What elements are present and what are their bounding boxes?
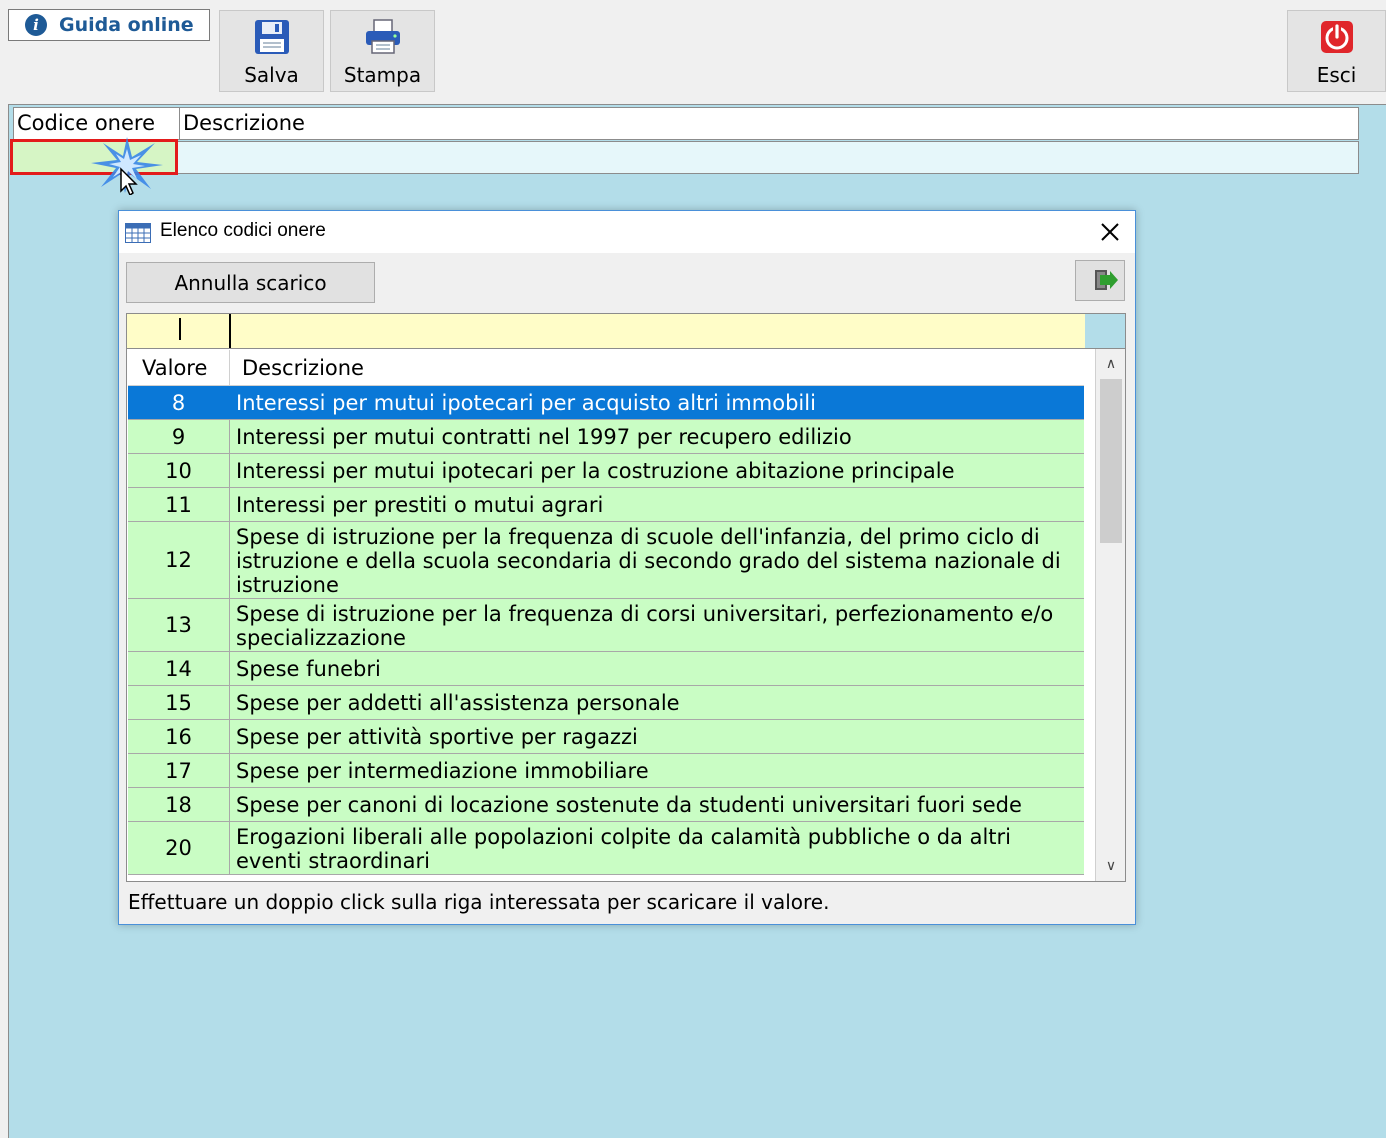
row-valore: 13 [128, 599, 230, 651]
grid-header: Valore Descrizione [128, 350, 1084, 386]
printer-icon [365, 19, 400, 54]
row-valore: 18 [128, 788, 230, 821]
scroll-up-icon[interactable]: ∧ [1096, 351, 1125, 377]
row-valore: 17 [128, 754, 230, 787]
grid-header-descrizione[interactable]: Descrizione [230, 350, 364, 385]
annulla-scarico-label: Annulla scarico [174, 270, 327, 295]
main-area: Codice onere Descrizione Elenco codici o… [8, 104, 1386, 1138]
row-descrizione: Interessi per prestiti o mutui agrari [236, 493, 604, 517]
table-row[interactable]: 15 Spese per addetti all'assistenza perso… [128, 686, 1084, 720]
filter-valore-input[interactable] [127, 314, 231, 348]
scroll-down-icon[interactable]: ∨ [1096, 853, 1125, 879]
floppy-disk-icon [254, 20, 289, 54]
toolbar: i Guida online Salva Stampa Esci [0, 0, 1386, 104]
text-caret [179, 318, 181, 340]
row-valore: 15 [128, 686, 230, 719]
salva-label: Salva [244, 63, 299, 87]
row-valore: 16 [128, 720, 230, 753]
stampa-button[interactable]: Stampa [330, 10, 435, 92]
form-header-row: Codice onere Descrizione [13, 107, 1359, 140]
row-descrizione: Spese funebri [236, 657, 381, 681]
table-row[interactable]: 14 Spese funebri [128, 652, 1084, 686]
codici-grid: Valore Descrizione 8 Interessi per mutui … [126, 348, 1126, 882]
row-descrizione: Interessi per mutui contratti nel 1997 p… [236, 425, 852, 449]
guida-online-button[interactable]: i Guida online [8, 9, 210, 41]
close-icon[interactable] [1099, 221, 1121, 243]
export-icon [1095, 270, 1118, 290]
power-icon [1320, 21, 1353, 53]
row-valore: 20 [128, 822, 230, 874]
row-valore: 11 [128, 488, 230, 521]
esci-button[interactable]: Esci [1287, 10, 1386, 92]
row-descrizione: Spese di istruzione per la frequenza di … [236, 601, 1054, 650]
stampa-label: Stampa [343, 63, 422, 87]
filter-row [126, 313, 1126, 349]
grid-header-valore[interactable]: Valore [128, 350, 230, 385]
click-indicator-icon [91, 137, 163, 195]
table-row[interactable]: 12 Spese di istruzione per la frequenza d… [128, 522, 1084, 599]
table-icon [125, 223, 151, 243]
annulla-scarico-button[interactable]: Annulla scarico [126, 262, 375, 303]
table-row[interactable]: 20 Erogazioni liberali alle popolazioni c… [128, 822, 1084, 875]
row-valore: 8 [128, 386, 230, 419]
table-row[interactable]: 9 Interessi per mutui contratti nel 1997 … [128, 420, 1084, 454]
row-descrizione: Spese di istruzione per la frequenza di … [236, 524, 1061, 597]
row-descrizione: Interessi per mutui ipotecari per la cos… [236, 459, 955, 483]
row-valore: 12 [128, 522, 230, 598]
table-row[interactable]: 8 Interessi per mutui ipotecari per acqui… [128, 386, 1084, 420]
filter-row-spacer [1085, 314, 1125, 348]
row-valore: 14 [128, 652, 230, 685]
table-row[interactable]: 18 Spese per canoni di locazione sostenut… [128, 788, 1084, 822]
header-descrizione: Descrizione [183, 111, 305, 135]
grid-body: 8 Interessi per mutui ipotecari per acqui… [128, 386, 1084, 875]
scrollbar-thumb[interactable] [1100, 379, 1122, 543]
table-row[interactable]: 16 Spese per attività sportive per ragazz… [128, 720, 1084, 754]
row-valore: 9 [128, 420, 230, 453]
dialog-hint: Effettuare un doppio click sulla riga in… [128, 890, 830, 914]
info-icon: i [25, 14, 47, 36]
row-descrizione: Erogazioni liberali alle popolazioni col… [236, 824, 1012, 873]
dialog-titlebar[interactable]: Elenco codici onere [119, 211, 1135, 253]
row-descrizione: Interessi per mutui ipotecari per acquis… [236, 391, 816, 415]
descrizione-field[interactable] [13, 141, 1359, 174]
grid-scrollbar[interactable]: ∧ ∨ [1095, 349, 1125, 881]
elenco-codici-dialog: Elenco codici onere Annulla scarico Valo… [118, 210, 1136, 925]
guida-online-label: Guida online [59, 14, 194, 36]
table-row[interactable]: 11 Interessi per prestiti o mutui agrari [128, 488, 1084, 522]
table-row[interactable]: 13 Spese di istruzione per la frequenza d… [128, 599, 1084, 652]
table-row[interactable]: 17 Spese per intermediazione immobiliare [128, 754, 1084, 788]
row-descrizione: Spese per canoni di locazione sostenute … [236, 793, 1022, 817]
row-descrizione: Spese per attività sportive per ragazzi [236, 725, 638, 749]
row-descrizione: Spese per addetti all'assistenza persona… [236, 691, 680, 715]
row-descrizione: Spese per intermediazione immobiliare [236, 759, 649, 783]
filter-descrizione-input[interactable] [233, 314, 1085, 348]
table-row[interactable]: 10 Interessi per mutui ipotecari per la c… [128, 454, 1084, 488]
salva-button[interactable]: Salva [219, 10, 324, 92]
esci-label: Esci [1316, 63, 1357, 87]
export-button[interactable] [1075, 260, 1125, 301]
dialog-title: Elenco codici onere [160, 220, 326, 241]
row-valore: 10 [128, 454, 230, 487]
